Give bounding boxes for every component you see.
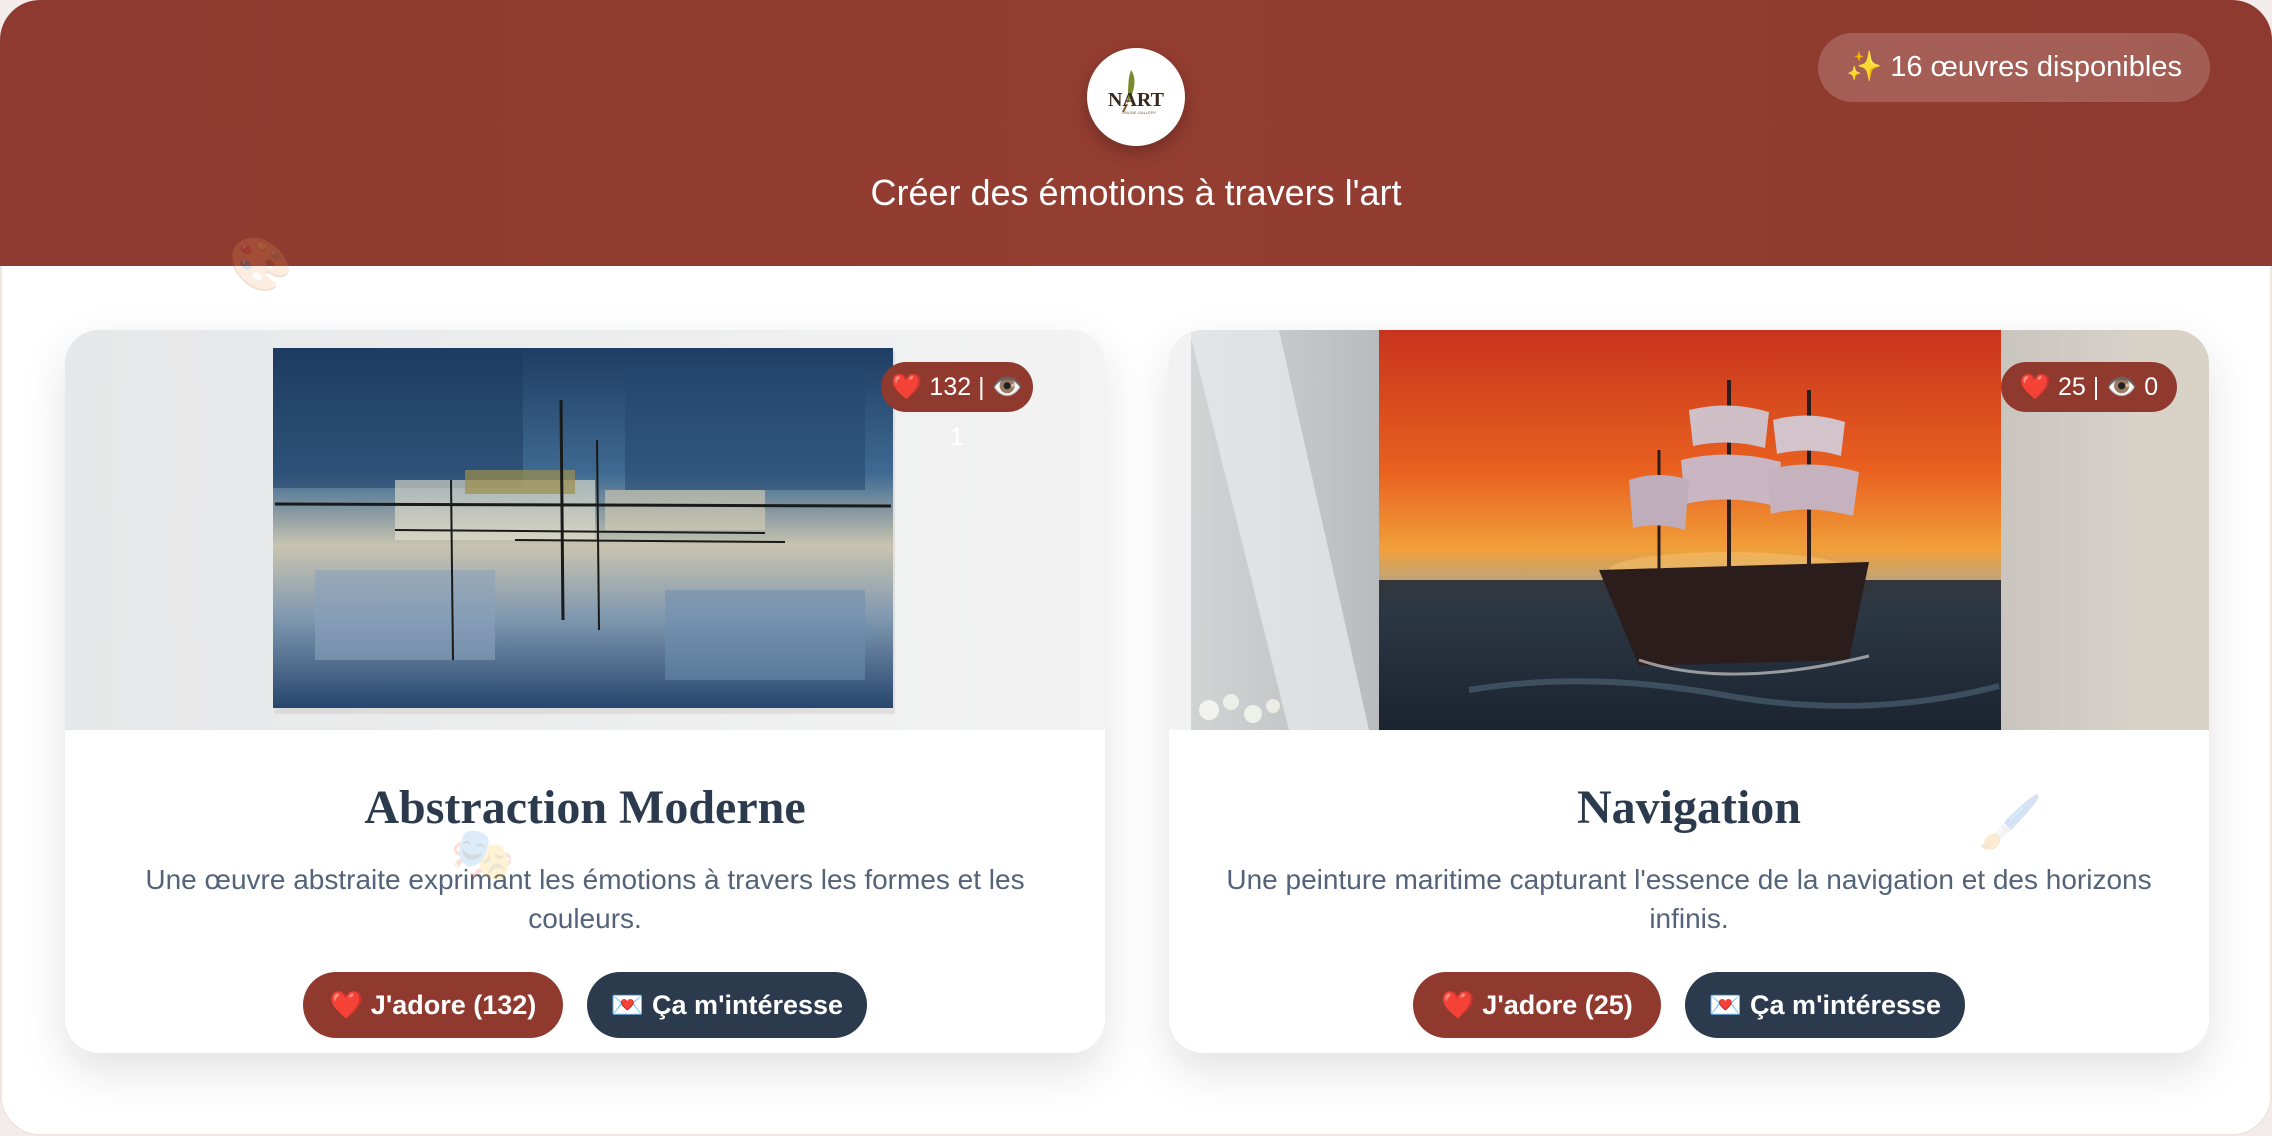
page-tagline: Créer des émotions à travers l'art: [870, 172, 1402, 213]
artwork-image[interactable]: ❤️ 25 | 👁️ 0: [1169, 330, 2209, 730]
interest-button[interactable]: 💌 Ça m'intéresse: [587, 972, 867, 1038]
artwork-stats-badge: ❤️ 25 | 👁️ 0: [2001, 362, 2177, 412]
paintbrush-icon: 🖌️: [1978, 794, 2043, 852]
artwork-description: Une peinture maritime capturant l'essenc…: [1226, 864, 2152, 934]
artwork-title: Navigation: [1576, 781, 1801, 834]
page-frame: NART ONLINE GALLERY Créer des émotions à…: [0, 0, 2272, 1136]
artwork-count-badge: ✨ 16 œuvres disponibles: [1818, 33, 2210, 102]
header: NART ONLINE GALLERY Créer des émotions à…: [0, 0, 2272, 266]
artwork-image[interactable]: ❤️ 132 | 👁️ 1: [65, 330, 1105, 730]
artwork-card: ❤️ 132 | 👁️ 1 Abstraction Moderne Une œu…: [65, 330, 1105, 1053]
logo-text: NART: [1108, 89, 1165, 111]
logo-subtext: ONLINE GALLERY: [1122, 110, 1157, 115]
artwork-stats-badge: ❤️ 132 | 👁️ 1: [881, 362, 1033, 451]
theater-masks-icon: 🎭: [450, 826, 515, 884]
gallery-logo[interactable]: NART ONLINE GALLERY: [1087, 48, 1185, 146]
palette-icon: 🎨: [228, 236, 293, 294]
artwork-description: Une œuvre abstraite exprimant les émotio…: [145, 864, 1025, 934]
artwork-card: ❤️ 25 | 👁️ 0 Navigation Une peinture mar…: [1169, 330, 2209, 1053]
interest-button[interactable]: 💌 Ça m'intéresse: [1685, 972, 1965, 1038]
love-button[interactable]: ❤️ J'adore (25): [1413, 972, 1661, 1038]
love-button[interactable]: ❤️ J'adore (132): [303, 972, 563, 1038]
feather-logo-icon: NART ONLINE GALLERY: [1108, 70, 1165, 115]
artwork-title: Abstraction Moderne: [364, 781, 806, 834]
